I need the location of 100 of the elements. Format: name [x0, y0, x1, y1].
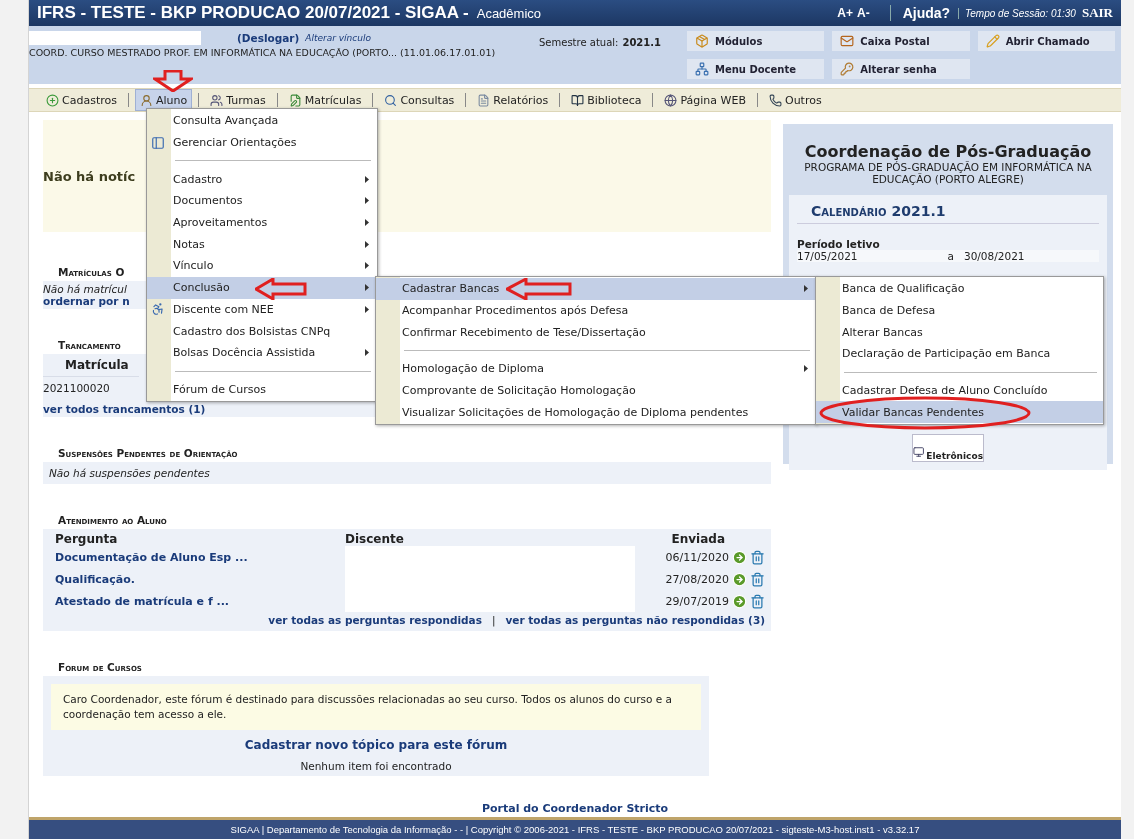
date-cell: 27/08/2020 — [665, 572, 729, 586]
menu-item[interactable]: Banca de Defesa — [816, 299, 1103, 322]
menu-item[interactable]: Gerenciar Orientações — [147, 131, 377, 154]
menu-tab[interactable]: Relatórios — [472, 89, 554, 111]
trash-icon[interactable] — [750, 549, 765, 565]
date-cell: 06/11/2020 — [665, 550, 729, 564]
change-link[interactable]: Alterar vínculo — [305, 33, 371, 43]
arrow-annotation — [506, 278, 572, 300]
trash-icon[interactable] — [750, 571, 765, 587]
menu-icon — [768, 93, 782, 107]
section-title: Matrículas O — [57, 266, 126, 278]
menu-item[interactable]: Documentos — [147, 190, 377, 212]
date-separator: a — [947, 250, 954, 262]
menu-item[interactable]: Aproveitamentos — [147, 211, 377, 234]
link-divider: | — [491, 614, 496, 626]
shortcut-icon — [695, 34, 709, 48]
system-title: IFRS - TESTE - BKP PRODUCAO 20/07/2021 - SIGAA - — [37, 3, 469, 23]
end-date: 30/08/2021 — [963, 250, 1025, 262]
menu-tab[interactable]: Turmas — [205, 89, 271, 111]
menu-icon — [384, 93, 398, 107]
menu-tab[interactable]: Cadastros — [41, 89, 122, 111]
caret-icon — [365, 240, 369, 248]
column-header: Enviada — [670, 532, 726, 546]
sort-link[interactable]: ordernar por n — [43, 295, 130, 307]
menu-item[interactable]: Discente com NEE — [147, 298, 377, 321]
program-name: PROGRAMA DE PÓS-GRADUAÇÃO EM INFORMÁTICA NA EDUCAÇÃO (PORTO ALEGRE) — [803, 161, 1093, 185]
empty-text: Nenhum item foi encontrado — [300, 760, 452, 773]
menu-item[interactable]: Cadastrar Bancas — [376, 278, 816, 300]
section-title: Suspensões Pendentes de Orientação — [57, 447, 239, 459]
news-text: Não há notíc — [43, 168, 136, 184]
caret-icon — [365, 262, 369, 270]
menu-tab[interactable]: Outros — [763, 89, 827, 111]
footer-bar: SIGAA | Departamento de Tecnologia da Informação - - | Copyright © 2006-2021 - IFRS - TESTE - BKP PRODUCAO 20/07/2021 - sigteste-M3-host.inst1 - v3.32.17 — [29, 817, 1121, 839]
menu-tab[interactable]: Aluno — [134, 89, 193, 111]
menu-item[interactable]: Conclusão — [147, 276, 377, 299]
shortcut-button[interactable]: Menu Docente — [687, 59, 825, 79]
menu-item[interactable]: Visualizar Solicitações de Homologação de Diploma pendentes — [376, 401, 816, 424]
caret-icon — [804, 365, 808, 373]
logout-link[interactable]: (Deslogar) — [237, 32, 300, 44]
menu-tab[interactable]: Página WEB — [659, 89, 751, 111]
menu-item[interactable]: Homologação de Diploma — [376, 358, 816, 380]
menu-tab[interactable]: Consultas — [379, 89, 460, 111]
caret-icon — [365, 305, 369, 313]
calendar-title: Calendário 2021.1 — [797, 203, 1099, 224]
section-title: Atendimento ao Aluno — [57, 514, 168, 526]
caret-icon — [365, 349, 369, 357]
menu-item[interactable]: Notas — [147, 233, 377, 256]
semester-value: 2021.1 — [622, 37, 661, 48]
shortcut-icon — [840, 62, 855, 76]
logout-link[interactable]: SAIR — [1081, 5, 1113, 21]
menu-item[interactable]: Validar Bancas Pendentes — [816, 401, 1103, 424]
arrow-annotation — [255, 278, 307, 300]
new-topic-link[interactable]: Cadastrar novo tópico para este fórum — [244, 738, 508, 753]
sidebar-title: Coordenação de Pós-Graduação — [804, 142, 1092, 161]
memo-shortcut[interactable]: Eletrônicos — [912, 434, 984, 462]
menu-item[interactable]: Declaração de Participação em Banca — [816, 343, 1103, 365]
empty-text: Não há matrícul — [43, 283, 127, 295]
shortcut-button[interactable]: Módulos — [687, 31, 825, 51]
menu-item[interactable]: Alterar Bancas — [816, 321, 1103, 344]
trash-icon[interactable] — [750, 593, 765, 609]
font-increase-link[interactable]: A+ — [837, 6, 853, 20]
help-link[interactable]: Ajuda? — [889, 5, 951, 21]
menu-item[interactable]: Acompanhar Procedimentos após Defesa — [376, 299, 816, 322]
arrow-annotation — [153, 70, 193, 92]
question-link[interactable]: Atestado de matrícula e f ... — [55, 594, 345, 608]
caret-icon — [804, 285, 808, 293]
menu-item[interactable]: Fórum de Cursos — [147, 378, 377, 401]
period-label: Período letivo — [797, 238, 881, 250]
column-header: Discente — [345, 532, 405, 546]
menu-item[interactable]: Cadastro — [147, 168, 377, 191]
forum-notice: Caro Coordenador, este fórum é destinado para discussões relacionadas ao seu curso. Todos os alunos do curso e a coordenação tem acesso a ele. — [51, 684, 701, 731]
answered-link[interactable]: ver todas as perguntas respondidas — [268, 614, 482, 626]
menu-tab[interactable]: Biblioteca — [566, 89, 647, 111]
date-cell: 29/07/2019 — [665, 594, 729, 608]
view-all-link[interactable]: ver todos trancamentos (1) — [43, 403, 206, 415]
menu-icon — [477, 93, 491, 107]
question-link[interactable]: Qualificação. — [55, 572, 345, 586]
caret-icon — [365, 219, 369, 227]
shortcut-button[interactable]: Alterar senha — [832, 59, 970, 79]
menu-item[interactable]: Banca de Qualificação — [816, 278, 1103, 300]
section-title: Forum de Cursos — [57, 661, 143, 673]
semester-label: Semestre atual: — [539, 37, 619, 48]
unit-name: COORD. CURSO MESTRADO PROF. EM INFORMÁTICA NA EDUCAÇÃO (PORTO... (11.01.06.17.01.01) — [29, 47, 497, 58]
font-decrease-link[interactable]: A- — [856, 6, 870, 20]
menu-item[interactable]: Comprovante de Solicitação Homologação — [376, 379, 816, 402]
menu-item[interactable]: Consulta Avançada — [147, 110, 377, 132]
menu-tab[interactable]: Matrículas — [283, 89, 367, 111]
menu-icon — [571, 93, 585, 107]
menu-item[interactable]: Cadastro dos Bolsistas CNPq — [147, 320, 377, 342]
question-link[interactable]: Documentação de Aluno Esp ... — [55, 550, 345, 564]
shortcut-button[interactable]: Abrir Chamado — [977, 31, 1115, 51]
module-name: Acadêmico — [476, 5, 543, 21]
menu-item[interactable]: Bolsas Docência Assistida — [147, 341, 377, 364]
shortcut-button[interactable]: Caixa Postal — [832, 31, 970, 51]
caret-icon — [365, 197, 369, 205]
unanswered-link[interactable]: ver todas as perguntas não respondidas (3) — [505, 614, 765, 626]
menu-item[interactable]: Confirmar Recebimento de Tese/Dissertação — [376, 321, 816, 344]
menu-item[interactable]: Vínculo — [147, 255, 377, 277]
shortcut-icon — [695, 62, 709, 76]
menu-icon — [664, 93, 678, 107]
